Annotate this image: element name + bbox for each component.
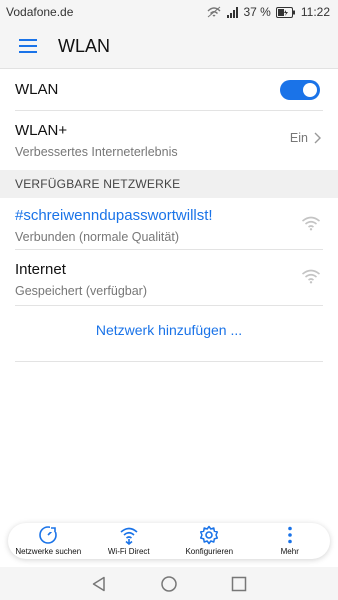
chevron-right-icon — [314, 132, 321, 144]
bottom-action-bar: Netzwerke suchen Wi-Fi Direct Konfigurie… — [8, 523, 330, 559]
wlan-toggle-label: WLAN — [15, 81, 59, 98]
available-networks-header: VERFÜGBARE NETZWERKE — [0, 170, 338, 198]
status-icons: 37 % 11:22 — [206, 5, 330, 19]
more-button[interactable]: Mehr — [250, 523, 330, 556]
hamburger-menu-icon[interactable] — [16, 34, 40, 58]
network-status: Gespeichert (verfügbar) — [15, 284, 148, 298]
carrier-name: Vodafone.de — [6, 5, 74, 19]
network-status: Verbunden (normale Qualität) — [15, 230, 179, 244]
wifi-signal-icon — [301, 269, 321, 284]
home-icon[interactable] — [159, 574, 179, 594]
divider — [15, 305, 323, 306]
wlan-plus-description: Verbessertes Interneterlebnis — [15, 145, 178, 159]
add-network-link[interactable]: Netzwerk hinzufügen ... — [0, 322, 338, 348]
page-title: WLAN — [58, 35, 111, 56]
wifi-direct-button[interactable]: Wi-Fi Direct — [89, 523, 169, 556]
toggle-knob — [303, 83, 317, 97]
wifi-signal-icon — [301, 216, 321, 231]
network-item[interactable]: Internet Gespeichert (verfügbar) — [0, 250, 338, 304]
signal-icon — [226, 6, 238, 18]
more-vertical-icon — [287, 526, 292, 544]
battery-icon — [275, 6, 295, 18]
app-bar: WLAN — [0, 24, 338, 69]
system-nav-bar — [0, 567, 338, 600]
scan-icon — [39, 526, 59, 544]
wlan-toggle-switch[interactable] — [280, 80, 320, 100]
recents-icon[interactable] — [229, 574, 249, 594]
network-name: #schreiwenndupasswortwillst! — [15, 207, 213, 224]
wlan-plus-state: Ein — [289, 131, 308, 145]
wlan-plus-value: Ein — [290, 131, 321, 145]
wifi-calling-icon — [207, 6, 220, 18]
status-time: 11:22 — [300, 5, 330, 19]
scan-networks-button[interactable]: Netzwerke suchen — [8, 523, 88, 556]
section-header-label: VERFÜGBARE NETZWERKE — [15, 177, 181, 191]
wlan-plus-label: WLAN+ — [15, 122, 68, 139]
battery-percent: 37 % — [243, 5, 271, 19]
back-icon[interactable] — [89, 574, 109, 594]
divider — [15, 361, 323, 362]
gear-icon — [200, 525, 219, 545]
wlan-plus-row[interactable]: WLAN+ Verbessertes Interneterlebnis — [0, 111, 338, 167]
network-name: Internet — [15, 261, 66, 278]
tab-label: Wi-Fi Direct — [107, 547, 150, 556]
tab-label: Konfigurieren — [185, 547, 234, 556]
wifi-direct-icon — [120, 527, 138, 545]
configure-button[interactable]: Konfigurieren — [169, 523, 249, 556]
status-bar: Vodafone.de 37 % 11:22 — [0, 0, 338, 24]
tab-label: Mehr — [280, 547, 299, 556]
network-item[interactable]: #schreiwenndupasswortwillst! Verbunden (… — [0, 199, 338, 249]
tab-label: Netzwerke suchen — [15, 547, 82, 556]
